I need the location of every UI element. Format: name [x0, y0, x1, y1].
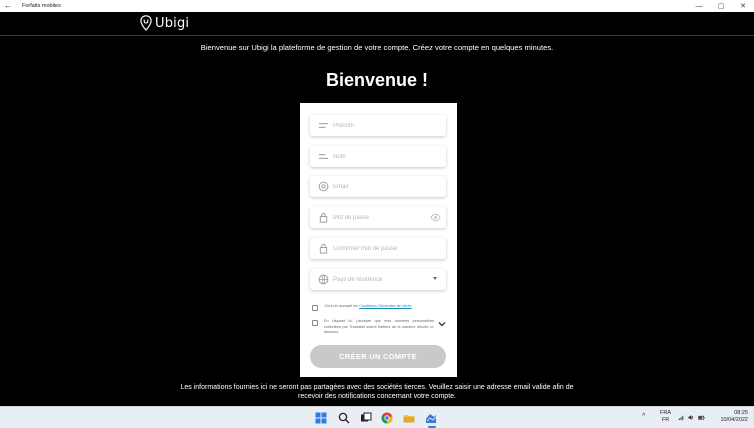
- input-language[interactable]: FRA FR: [660, 410, 671, 424]
- chevron-down-icon[interactable]: [438, 320, 446, 328]
- terms-prefix: J'ai lu et accepté les: [324, 304, 359, 308]
- close-button[interactable]: ✕: [732, 0, 754, 12]
- ubigi-logo[interactable]: Ubigi: [140, 14, 189, 32]
- clock-date: 10/04/2022: [720, 417, 748, 423]
- email-input[interactable]: [333, 183, 433, 190]
- intro-text: Bienvenue sur Ubigi la plateforme de ges…: [200, 43, 554, 52]
- windows-start-icon[interactable]: [314, 411, 328, 425]
- lines-icon: [316, 119, 330, 133]
- battery-icon[interactable]: [698, 413, 705, 421]
- country-select[interactable]: Pays de résidence: [310, 269, 446, 290]
- consent-checkbox[interactable]: [312, 320, 318, 326]
- logo-text: Ubigi: [155, 15, 190, 31]
- task-view-icon[interactable]: [359, 411, 373, 425]
- create-account-button[interactable]: CRÉER UN COMPTE: [310, 345, 446, 368]
- footer-disclaimer: Les informations fournies ici ne seront …: [180, 384, 574, 400]
- header-divider: [0, 35, 754, 36]
- globe-icon: [316, 273, 330, 287]
- first-name-input[interactable]: [333, 122, 433, 129]
- file-explorer-icon[interactable]: [402, 411, 416, 425]
- terms-checkbox[interactable]: [312, 305, 318, 311]
- page-title: Bienvenue !: [325, 70, 429, 90]
- terms-link[interactable]: Conditions Générales de Vente: [359, 304, 412, 308]
- volume-icon[interactable]: [688, 413, 695, 421]
- email-field[interactable]: [310, 176, 446, 197]
- password-input[interactable]: [333, 214, 433, 221]
- show-password-eye-icon[interactable]: [430, 212, 441, 223]
- first-name-field[interactable]: [310, 115, 446, 136]
- last-name-input[interactable]: [333, 153, 433, 160]
- minimize-button[interactable]: —: [688, 0, 710, 12]
- search-icon[interactable]: [337, 411, 351, 425]
- ubigi-app-icon[interactable]: [424, 411, 438, 425]
- window-title: Forfaits mobiles: [22, 3, 61, 9]
- wifi-icon[interactable]: [678, 413, 685, 421]
- confirm-password-input[interactable]: [333, 245, 433, 252]
- system-tray: [678, 413, 705, 421]
- last-name-field[interactable]: [310, 146, 446, 167]
- location-pin-icon: [140, 15, 152, 31]
- chrome-icon[interactable]: [380, 411, 394, 425]
- lock-icon: [316, 211, 330, 225]
- at-sign-icon: [316, 180, 330, 194]
- country-select-value: Pays de résidence: [333, 276, 383, 283]
- clock[interactable]: 08:25 10/04/2022: [710, 410, 748, 424]
- window-controls: — ▢ ✕: [688, 0, 754, 12]
- lines-icon: [316, 150, 330, 164]
- windows-taskbar: ^ FRA FR 08:25 10/04/2022: [0, 406, 754, 428]
- signup-form-card: Pays de résidence J'ai lu et accepté les…: [300, 103, 457, 377]
- password-field[interactable]: [310, 207, 446, 228]
- consent-text: En cliquant ici, j'accepte que mes donné…: [324, 319, 434, 334]
- window-titlebar: ← Forfaits mobiles — ▢ ✕: [0, 0, 754, 12]
- consent-row: En cliquant ici, j'accepte que mes donné…: [312, 319, 434, 336]
- maximize-button[interactable]: ▢: [710, 0, 732, 12]
- confirm-password-field[interactable]: [310, 238, 446, 259]
- clock-time: 08:25: [734, 410, 748, 416]
- dropdown-caret-icon: [433, 277, 437, 280]
- tray-overflow-icon[interactable]: ^: [642, 413, 645, 420]
- back-arrow-icon[interactable]: ←: [0, 0, 16, 12]
- lock-icon: [316, 242, 330, 256]
- terms-row: J'ai lu et accepté les Conditions Généra…: [312, 304, 412, 311]
